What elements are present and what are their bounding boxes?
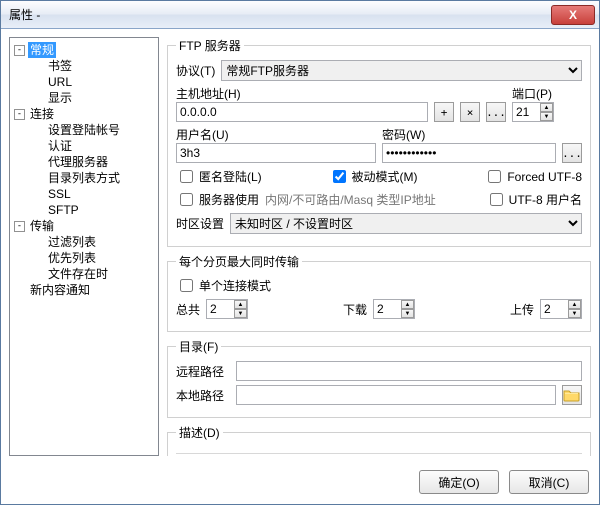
tree-node-priority[interactable]: 优先列表 <box>12 250 156 266</box>
x-icon: × <box>467 106 474 119</box>
timezone-label: 时区设置 <box>176 215 224 232</box>
username-label: 用户名(U) <box>176 128 229 142</box>
host-add-button[interactable]: + <box>434 102 454 122</box>
tree-node-exists[interactable]: 文件存在时 <box>12 266 156 282</box>
tree-node-notify[interactable]: 新内容通知 <box>12 282 156 298</box>
dots-icon: ... <box>486 106 506 119</box>
spin-up-icon[interactable]: ▲ <box>234 300 247 309</box>
ftp-server-legend: FTP 服务器 <box>176 37 244 54</box>
ftp-server-group: FTP 服务器 协议(T) 常规FTP服务器 主机地址(H) + × ... <box>167 37 591 247</box>
window-title: 属性 - <box>9 6 551 23</box>
tree-node-proxy[interactable]: 代理服务器 <box>12 154 156 170</box>
single-conn-label: 单个连接模式 <box>199 277 271 294</box>
tree-node-ssl[interactable]: SSL <box>12 186 156 202</box>
path-legend: 目录(F) <box>176 338 221 355</box>
password-more-button[interactable]: ... <box>562 143 582 163</box>
anonymous-label: 匿名登陆(L) <box>199 168 262 185</box>
description-group: 描述(D) <box>167 424 591 456</box>
upload-label: 上传 <box>510 301 534 318</box>
expand-toggle-icon[interactable]: - <box>14 45 25 56</box>
password-input[interactable] <box>382 143 556 163</box>
transfer-legend: 每个分页最大同时传输 <box>176 253 302 270</box>
host-remove-button[interactable]: × <box>460 102 480 122</box>
utf8user-label: UTF-8 用户名 <box>509 191 582 208</box>
local-path-input[interactable] <box>236 385 556 405</box>
masq-checkbox[interactable] <box>180 193 193 206</box>
port-label: 端口(P) <box>512 87 552 101</box>
dialog-body: -常规 书签 URL 显示 -连接 设置登陆帐号 认证 代理服务器 目录列表方式… <box>1 29 599 464</box>
expand-toggle-icon[interactable]: - <box>14 221 25 232</box>
single-conn-checkbox[interactable] <box>180 279 193 292</box>
passive-checkbox[interactable] <box>333 170 346 183</box>
host-label: 主机地址(H) <box>176 87 241 101</box>
ok-button[interactable]: 确定(O) <box>419 470 499 494</box>
spin-up-icon[interactable]: ▲ <box>401 300 414 309</box>
username-input[interactable] <box>176 143 376 163</box>
tree-node-bookmark[interactable]: 书签 <box>12 58 156 74</box>
tree-node-filter[interactable]: 过滤列表 <box>12 234 156 250</box>
nav-tree[interactable]: -常规 书签 URL 显示 -连接 设置登陆帐号 认证 代理服务器 目录列表方式… <box>9 37 159 456</box>
tree-node-general[interactable]: -常规 <box>12 42 156 58</box>
masq-text: 内网/不可路由/Masq 类型IP地址 <box>265 191 436 208</box>
cancel-button[interactable]: 取消(C) <box>509 470 589 494</box>
tree-node-url[interactable]: URL <box>12 74 156 90</box>
forced-utf8-label: Forced UTF-8 <box>507 170 582 184</box>
folder-icon <box>563 387 581 403</box>
local-path-label: 本地路径 <box>176 387 230 404</box>
browse-folder-button[interactable] <box>562 385 582 405</box>
protocol-label: 协议(T) <box>176 62 215 79</box>
masq-cb-label: 服务器使用 <box>199 191 259 208</box>
tree-node-display[interactable]: 显示 <box>12 90 156 106</box>
expand-toggle-icon[interactable]: - <box>14 109 25 120</box>
passive-label: 被动模式(M) <box>352 168 418 185</box>
path-group: 目录(F) 远程路径 本地路径 <box>167 338 591 418</box>
properties-dialog: 属性 - X -常规 书签 URL 显示 -连接 设置登陆帐号 认证 代理服务器… <box>0 0 600 505</box>
spin-down-icon[interactable]: ▼ <box>401 309 414 318</box>
spin-down-icon[interactable]: ▼ <box>568 309 581 318</box>
protocol-select[interactable]: 常规FTP服务器 <box>221 60 582 81</box>
titlebar: 属性 - X <box>1 1 599 29</box>
divider <box>176 453 582 454</box>
dots-icon: ... <box>562 147 582 160</box>
total-stepper[interactable]: ▲▼ <box>206 299 248 319</box>
tree-node-login[interactable]: 设置登陆帐号 <box>12 122 156 138</box>
utf8user-checkbox[interactable] <box>490 193 503 206</box>
password-label: 密码(W) <box>382 128 425 142</box>
transfer-group: 每个分页最大同时传输 单个连接模式 总共 ▲▼ 下载 ▲▼ 上传 ▲▼ <box>167 253 591 332</box>
download-label: 下载 <box>343 301 367 318</box>
spin-up-icon[interactable]: ▲ <box>540 103 553 112</box>
spin-up-icon[interactable]: ▲ <box>568 300 581 309</box>
description-legend: 描述(D) <box>176 424 223 441</box>
spin-down-icon[interactable]: ▼ <box>234 309 247 318</box>
total-label: 总共 <box>176 301 200 318</box>
tree-node-connection[interactable]: -连接 <box>12 106 156 122</box>
right-panel: FTP 服务器 协议(T) 常规FTP服务器 主机地址(H) + × ... <box>167 37 591 456</box>
upload-stepper[interactable]: ▲▼ <box>540 299 582 319</box>
tree-node-auth[interactable]: 认证 <box>12 138 156 154</box>
tree-node-sftp[interactable]: SFTP <box>12 202 156 218</box>
host-more-button[interactable]: ... <box>486 102 506 122</box>
forced-utf8-checkbox[interactable] <box>488 170 501 183</box>
plus-icon: + <box>441 106 448 119</box>
anonymous-checkbox[interactable] <box>180 170 193 183</box>
dialog-footer: 确定(O) 取消(C) <box>1 464 599 504</box>
close-button[interactable]: X <box>551 5 595 25</box>
tree-node-transfer[interactable]: -传输 <box>12 218 156 234</box>
download-stepper[interactable]: ▲▼ <box>373 299 415 319</box>
timezone-select[interactable]: 未知时区 / 不设置时区 <box>230 213 582 234</box>
spin-down-icon[interactable]: ▼ <box>540 112 553 121</box>
port-stepper[interactable]: ▲▼ <box>512 102 554 122</box>
tree-node-dirlist[interactable]: 目录列表方式 <box>12 170 156 186</box>
remote-path-input[interactable] <box>236 361 582 381</box>
close-icon: X <box>569 8 577 22</box>
host-input[interactable] <box>176 102 428 122</box>
remote-path-label: 远程路径 <box>176 363 230 380</box>
